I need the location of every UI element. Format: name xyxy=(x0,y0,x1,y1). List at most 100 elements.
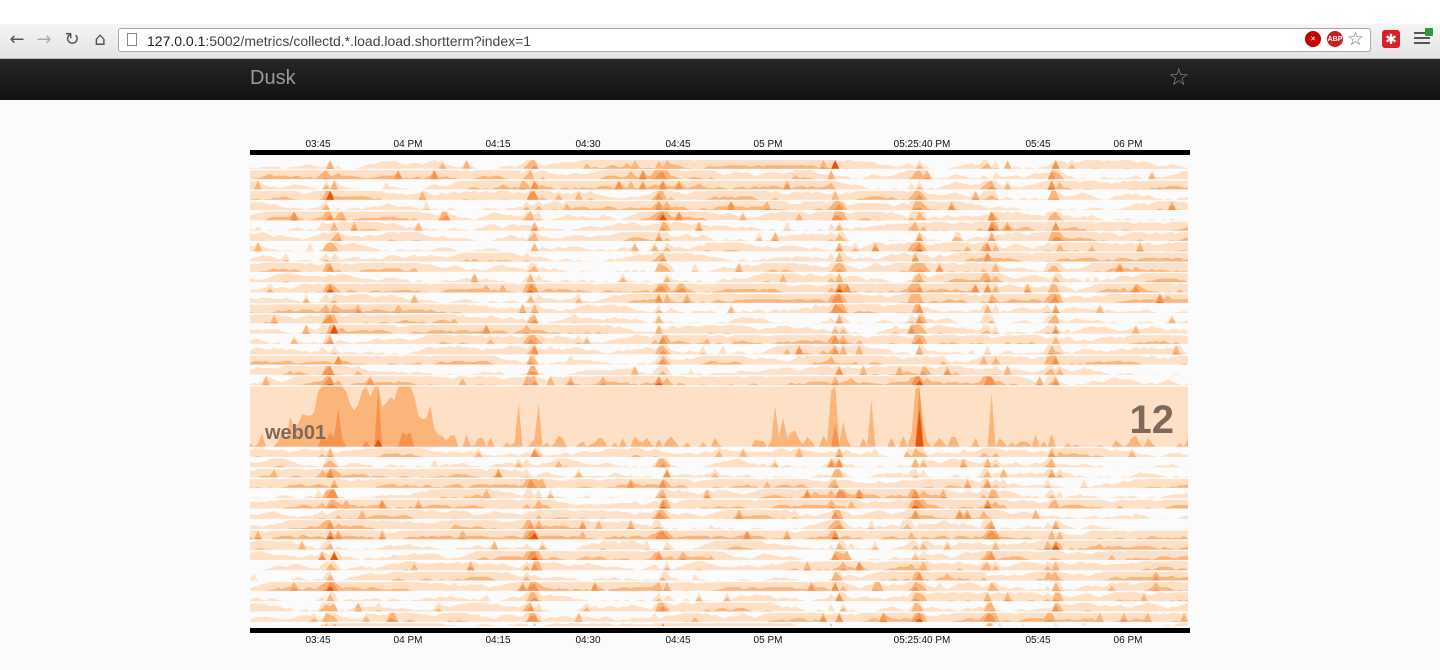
horizon-row[interactable] xyxy=(250,293,1188,303)
horizon-row[interactable] xyxy=(250,273,1188,283)
time-tick: 04:15 xyxy=(485,139,511,150)
axis-bar xyxy=(250,150,1190,155)
horizon-row[interactable] xyxy=(250,232,1188,241)
horizon-row[interactable] xyxy=(250,520,1188,529)
horizon-band-1 xyxy=(250,551,1188,560)
horizon-band-1 xyxy=(250,520,1188,529)
home-icon: ⌂ xyxy=(94,29,106,50)
brand-link[interactable]: Dusk xyxy=(250,67,296,90)
horizon-band-1 xyxy=(250,468,1188,478)
horizon-row[interactable] xyxy=(250,355,1188,365)
time-tick: 04:30 xyxy=(575,139,601,150)
horizon-row[interactable] xyxy=(250,582,1188,591)
horizon-band-1 xyxy=(250,582,1188,591)
horizon-band-1 xyxy=(250,489,1188,499)
horizon-row[interactable] xyxy=(250,489,1188,499)
time-tick: 04:45 xyxy=(665,635,691,646)
time-tick: 05:25:40 PM xyxy=(893,139,951,150)
horizon-band-1 xyxy=(250,273,1188,283)
time-tick: 06 PM xyxy=(1113,139,1143,150)
horizon-row[interactable] xyxy=(250,448,1188,457)
horizon-row[interactable] xyxy=(250,190,1188,200)
star-icon[interactable]: ☆ xyxy=(1168,65,1190,89)
reload-icon: ↻ xyxy=(64,29,80,50)
horizon-row[interactable] xyxy=(250,499,1188,509)
horizon-row[interactable] xyxy=(250,602,1188,612)
time-tick: 05 PM xyxy=(753,635,783,646)
time-tick: 05:45 xyxy=(1025,139,1051,150)
horizon-svg xyxy=(250,160,1188,626)
horizon-row[interactable] xyxy=(250,530,1188,540)
time-tick: 05 PM xyxy=(753,139,783,150)
horizon-row[interactable] xyxy=(250,540,1188,550)
time-tick: 04:45 xyxy=(665,139,691,150)
url-host: 127.0.0.1 xyxy=(147,33,206,49)
forward-button[interactable]: → xyxy=(33,29,55,51)
horizon-row[interactable] xyxy=(250,314,1188,324)
horizon-row-highlighted[interactable] xyxy=(250,386,1188,447)
horizon-row[interactable] xyxy=(250,479,1188,488)
horizon-row[interactable] xyxy=(250,252,1188,262)
horizon-row[interactable] xyxy=(250,345,1188,355)
horizon-row[interactable] xyxy=(250,201,1188,210)
horizon-row[interactable] xyxy=(250,592,1188,602)
app-navbar: Dusk ☆ xyxy=(0,59,1440,100)
horizon-row[interactable] xyxy=(250,160,1188,169)
horizon-row[interactable] xyxy=(250,324,1188,334)
horizon-chart: 03:45 04 PM 04:15 04:30 04:45 05 PM 05:25:40 P… xyxy=(250,136,1190,646)
time-tick: 06 PM xyxy=(1113,635,1143,646)
horizon-band-1 xyxy=(250,623,1188,626)
horizon-row[interactable] xyxy=(250,468,1188,478)
block-extension-icon[interactable]: ✕ xyxy=(1305,31,1321,47)
horizon-rows[interactable]: web01 12 xyxy=(250,160,1188,626)
reload-button[interactable]: ↻ xyxy=(61,29,83,51)
horizon-row[interactable] xyxy=(250,180,1188,190)
time-tick: 05:45 xyxy=(1025,635,1051,646)
highlight-row-value: 12 xyxy=(1129,398,1175,442)
home-button[interactable]: ⌂ xyxy=(89,29,111,51)
horizon-row[interactable] xyxy=(250,458,1188,468)
page-icon xyxy=(127,33,137,46)
horizon-row[interactable] xyxy=(250,170,1188,180)
bookmark-star-icon[interactable]: ☆ xyxy=(1347,30,1364,49)
back-button[interactable]: ← xyxy=(6,29,28,51)
address-bar[interactable]: 127.0.0.1:5002/metrics/collectd.*.load.l… xyxy=(118,28,1371,52)
horizon-row[interactable] xyxy=(250,335,1188,344)
horizon-band-1 xyxy=(250,242,1188,252)
adblock-extension-icon[interactable]: ABP xyxy=(1327,31,1343,47)
horizon-row[interactable] xyxy=(250,211,1188,221)
time-tick: 03:45 xyxy=(305,139,331,150)
time-tick: 05:25:40 PM xyxy=(893,635,951,646)
horizon-band-1 xyxy=(250,314,1188,324)
horizon-row[interactable] xyxy=(250,509,1188,519)
horizon-row[interactable] xyxy=(250,221,1188,231)
horizon-row[interactable] xyxy=(250,366,1188,375)
time-tick: 03:45 xyxy=(305,635,331,646)
horizon-row[interactable] xyxy=(250,304,1188,313)
highlight-row-label: web01 xyxy=(265,422,327,444)
url-path: :5002/metrics/collectd.*.load.load.short… xyxy=(205,33,532,49)
time-axis-top: 03:45 04 PM 04:15 04:30 04:45 05 PM 05:25:40 P… xyxy=(250,136,1190,155)
horizon-row[interactable] xyxy=(250,551,1188,560)
arrow-right-icon: → xyxy=(36,29,52,50)
horizon-row[interactable] xyxy=(250,571,1188,581)
horizon-band-1 xyxy=(250,345,1188,355)
time-axis-bottom: 03:45 04 PM 04:15 04:30 04:45 05 PM 05:25:40 P… xyxy=(250,628,1190,646)
red-extension-icon[interactable]: ✱ xyxy=(1382,30,1400,48)
browser-toolbar: ← → ↻ ⌂ 127.0.0.1:5002/metrics/collectd.… xyxy=(0,24,1440,59)
window-top-strip xyxy=(0,0,1440,24)
url-text[interactable]: 127.0.0.1:5002/metrics/collectd.*.load.l… xyxy=(147,33,531,49)
horizon-row[interactable] xyxy=(250,623,1188,626)
horizon-row[interactable] xyxy=(250,376,1188,386)
horizon-row[interactable] xyxy=(250,242,1188,252)
horizon-row[interactable] xyxy=(250,283,1188,293)
horizon-row[interactable] xyxy=(250,612,1188,622)
browser-menu-icon[interactable] xyxy=(1414,28,1433,46)
horizon-band-1 xyxy=(250,221,1188,231)
horizon-row[interactable] xyxy=(250,263,1188,272)
time-tick: 04 PM xyxy=(393,635,423,646)
arrow-left-icon: ← xyxy=(9,29,25,50)
horizon-row[interactable] xyxy=(250,561,1188,571)
horizon-band-1 xyxy=(250,252,1188,262)
time-tick: 04 PM xyxy=(393,139,423,150)
